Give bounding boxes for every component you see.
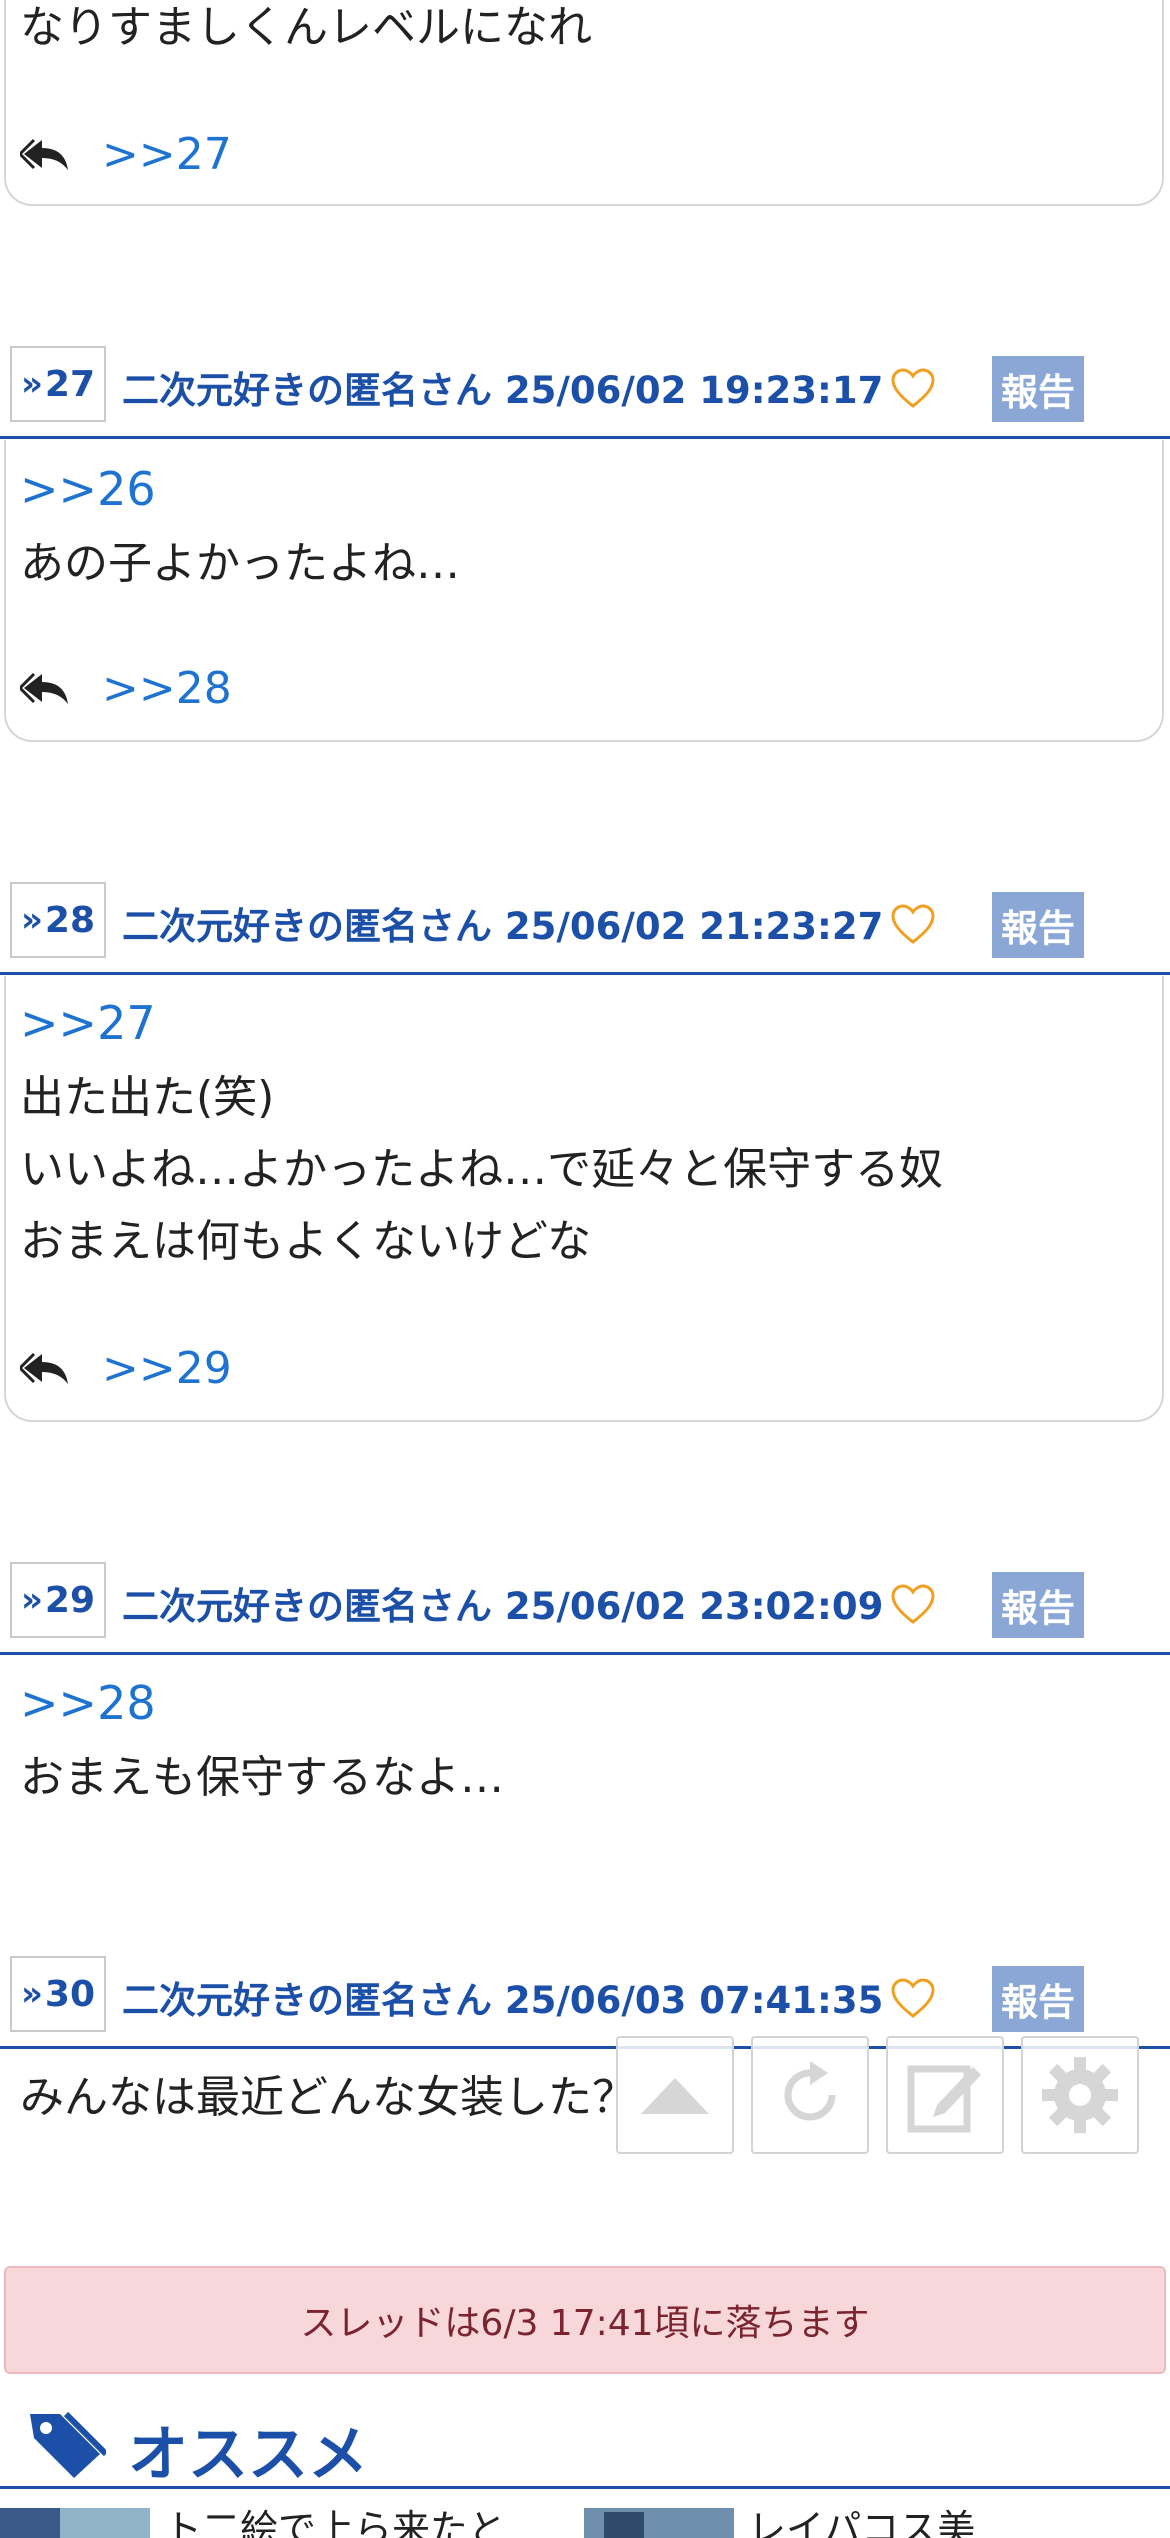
tag-icon [30, 2411, 106, 2478]
card-border [4, 0, 1164, 206]
post-header: » 27 二次元好きの匿名さん 25/06/02 19:23:17 報告 [0, 346, 1170, 439]
card-border [4, 976, 1164, 1422]
double-chevron-icon: » [20, 1580, 43, 1620]
heart-icon[interactable] [890, 1582, 936, 1628]
edit-button[interactable] [886, 2036, 1004, 2154]
post-number[interactable]: » 30 [10, 1956, 106, 2032]
post-meta: 二次元好きの匿名さん 25/06/02 21:23:27 [122, 905, 884, 948]
thread-expiry-notice: スレッドは6/3 17:41頃に落ちます [4, 2266, 1166, 2374]
double-chevron-icon: » [20, 900, 43, 940]
thumbnail [0, 2508, 150, 2538]
report-button[interactable]: 報告 [992, 1572, 1084, 1638]
post-anchor[interactable]: >>28 [20, 1676, 156, 1730]
recommend-item-title: ト二絵で上ら来たと [164, 2508, 507, 2538]
heart-icon[interactable] [890, 366, 936, 412]
report-button[interactable]: 報告 [992, 1966, 1084, 2032]
recommend-title: オススメ [128, 2420, 368, 2490]
reload-button[interactable] [751, 2036, 869, 2154]
edit-icon [907, 2065, 981, 2133]
heart-icon[interactable] [890, 1976, 936, 2022]
post-header: » 28 二次元好きの匿名さん 25/06/02 21:23:27 報告 [0, 882, 1170, 975]
post-text: みんなは最近どんな女装した？ [20, 2072, 636, 2123]
post-text: おまえも保守するなよ… [20, 1752, 504, 1803]
card-border [4, 440, 1164, 742]
settings-button[interactable] [1021, 2036, 1139, 2154]
post-header: » 29 二次元好きの匿名さん 25/06/02 23:02:09 報告 [0, 1562, 1170, 1655]
post-number[interactable]: » 28 [10, 882, 106, 958]
post-meta: 二次元好きの匿名さん 25/06/02 23:02:09 [122, 1585, 884, 1628]
scroll-top-icon [641, 2078, 709, 2114]
report-button[interactable]: 報告 [992, 892, 1084, 958]
recommend-item[interactable]: レイパコス美 [584, 2508, 1170, 2538]
double-chevron-icon: » [20, 1974, 43, 2014]
thumbnail [584, 2508, 734, 2538]
post-number[interactable]: » 29 [10, 1562, 106, 1638]
heart-icon[interactable] [890, 902, 936, 948]
settings-icon [1042, 2057, 1118, 2133]
post-meta: 二次元好きの匿名さん 25/06/02 19:23:17 [122, 369, 884, 412]
recommend-item[interactable]: ト二絵で上ら来たと [0, 2508, 560, 2538]
recommend-item-title: レイパコス美 [748, 2508, 976, 2538]
report-button[interactable]: 報告 [992, 356, 1084, 422]
post-meta: 二次元好きの匿名さん 25/06/03 07:41:35 [122, 1979, 884, 2022]
double-chevron-icon: » [20, 364, 43, 404]
scroll-top-button[interactable] [616, 2036, 734, 2154]
recommend-header: オススメ [0, 2400, 1170, 2490]
reload-icon [784, 2061, 836, 2121]
post-number[interactable]: » 27 [10, 346, 106, 422]
